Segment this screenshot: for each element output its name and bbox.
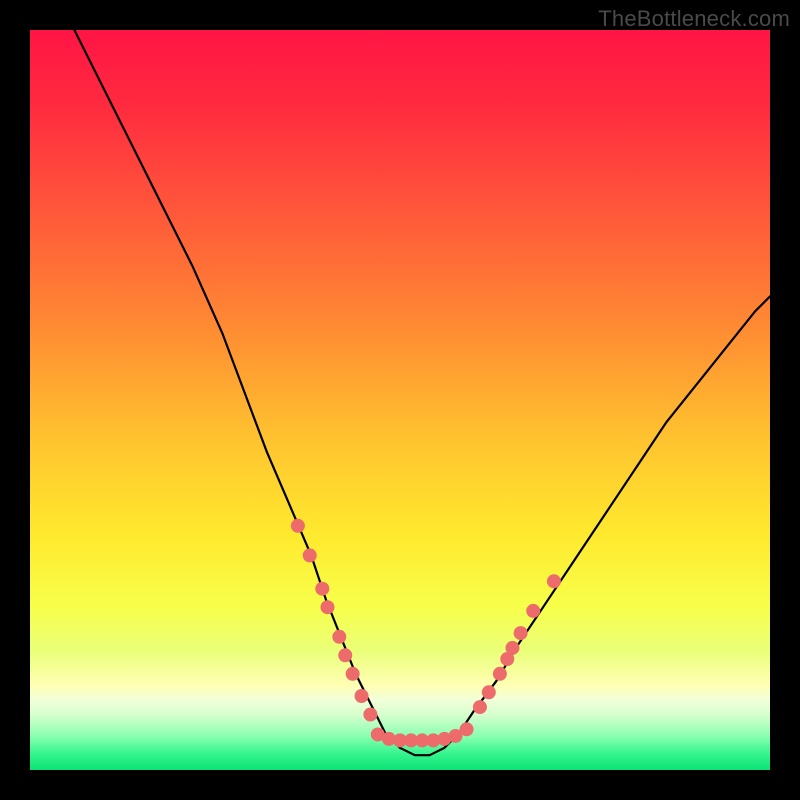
dot-curve-dots [547,574,561,588]
watermark-text: TheBottleneck.com [598,6,790,32]
dot-curve-dots [514,626,528,640]
dot-curve-dots [473,700,487,714]
dot-curve-dots [315,582,329,596]
chart-svg [30,30,770,770]
dot-curve-dots [320,600,334,614]
dot-curve-dots [505,641,519,655]
dot-curve-dots [303,548,317,562]
dot-curve-dots [482,685,496,699]
dot-curve-dots [346,667,360,681]
dot-curve-dots [355,689,369,703]
dot-curve-dots [338,648,352,662]
series-bottleneck-curve [74,30,770,755]
plot-area [30,30,770,770]
dot-curve-dots [291,519,305,533]
dot-curve-dots [493,667,507,681]
dot-curve-dots [363,708,377,722]
outer-frame: TheBottleneck.com [0,0,800,800]
dot-curve-dots [332,630,346,644]
dot-curve-bottom-bar [460,722,474,736]
dot-curve-dots [526,604,540,618]
